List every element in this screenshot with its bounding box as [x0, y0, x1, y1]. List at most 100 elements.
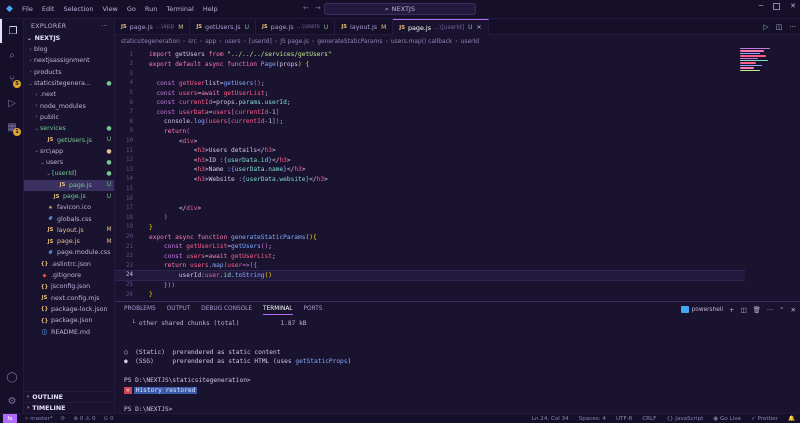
editor-tab[interactable]: JS layout.js M	[335, 19, 394, 35]
more-icon[interactable]: ···	[767, 306, 773, 314]
file-item[interactable]: JS next.config.mjs	[24, 293, 114, 304]
panel-tab-terminal[interactable]: TERMINAL	[263, 304, 293, 315]
run-icon[interactable]: ▷	[763, 23, 768, 31]
breadcrumb-item[interactable]: src	[188, 39, 197, 45]
breadcrumb-item[interactable]: userId	[461, 39, 479, 45]
split-terminal-icon[interactable]: ◫	[740, 306, 746, 314]
terminal-output[interactable]: └ other shared chunks (total) 1.87 kB ○ …	[115, 316, 800, 414]
breadcrumb-item[interactable]: [userId]	[249, 39, 272, 45]
prettier-status[interactable]: ✓ Prettier	[751, 416, 778, 422]
back-arrow-icon[interactable]: ←	[303, 4, 309, 12]
breadcrumb-item[interactable]: staticsitegeneration	[121, 39, 180, 45]
outline-section[interactable]: › OUTLINE	[24, 391, 114, 402]
problems-status[interactable]: ⊗ 0 ⚠ 0	[73, 416, 95, 422]
explorer-icon[interactable]: ❐	[0, 19, 24, 43]
folder-item[interactable]: ⌄ staticsitegenera... ●	[24, 78, 114, 89]
cursor-position[interactable]: Ln 24, Col 34	[532, 416, 569, 422]
menu-item-view[interactable]: View	[102, 5, 117, 13]
remote-icon[interactable]: ⇆	[3, 413, 17, 423]
file-item[interactable]: JS page.js M	[24, 236, 114, 247]
file-item[interactable]: {} jsconfig.json	[24, 281, 114, 292]
line-endings[interactable]: CRLF	[642, 416, 656, 422]
panel-tab-output[interactable]: OUTPUT	[167, 304, 191, 314]
file-item[interactable]: {} package-lock.json	[24, 304, 114, 315]
panel-tab-problems[interactable]: PROBLEMS	[124, 304, 156, 314]
minimap[interactable]	[740, 47, 780, 87]
workspace-root[interactable]: ⌄ NEXTJS	[24, 33, 114, 44]
menu-item-file[interactable]: File	[22, 5, 33, 13]
close-panel-icon[interactable]: ✕	[791, 306, 796, 314]
close-tab-icon[interactable]: ✕	[477, 24, 482, 31]
more-icon[interactable]: ···	[789, 23, 796, 31]
settings-gear-icon[interactable]: ⚙	[0, 389, 24, 413]
editor-tab[interactable]: JS getUsers.js U	[190, 19, 256, 35]
file-item[interactable]: ★ favicon.ico	[24, 202, 114, 213]
new-terminal-icon[interactable]: +	[729, 306, 734, 314]
kill-terminal-icon[interactable]: 🗑	[753, 306, 761, 314]
folder-item[interactable]: ⌄ src\app ●	[24, 146, 114, 157]
code-editor[interactable]: 1 import getUsers from "../../../services…	[115, 47, 800, 301]
language-mode[interactable]: {} JavaScript	[666, 416, 703, 422]
split-editor-icon[interactable]: ◫	[776, 23, 783, 31]
panel-tab-debug-console[interactable]: DEBUG CONSOLE	[201, 304, 252, 314]
folder-item[interactable]: ⌄ services ●	[24, 123, 114, 134]
more-actions-icon[interactable]: ···	[101, 23, 108, 30]
terminal-selector[interactable]: powershell	[680, 306, 723, 313]
maximize-panel-icon[interactable]: ⌃	[779, 306, 784, 314]
breadcrumb-item[interactable]: generateStaticParams	[317, 39, 382, 45]
file-item[interactable]: JS page.js U	[24, 179, 114, 191]
file-item[interactable]: JS getUsers.js U	[24, 134, 114, 145]
breadcrumb-item[interactable]: app	[205, 39, 216, 45]
forward-arrow-icon[interactable]: →	[315, 4, 321, 12]
go-live[interactable]: ◉ Go Live	[713, 416, 741, 422]
breadcrumb-item[interactable]: users	[225, 39, 241, 45]
editor-tab[interactable]: JS page.js ...\users U	[256, 19, 336, 35]
file-item[interactable]: JS page.js U	[24, 191, 114, 202]
file-item[interactable]: ◆ .gitignore	[24, 270, 114, 281]
breadcrumb-item[interactable]: JS page.js	[280, 39, 309, 45]
code-text: }	[149, 223, 153, 231]
file-item[interactable]: {} package.json	[24, 315, 114, 326]
source-control-icon[interactable]: ⑂ 5	[0, 67, 24, 91]
folder-item[interactable]: › nextjsassignment	[24, 55, 114, 66]
folder-item[interactable]: › node_modules	[24, 100, 114, 111]
folder-item[interactable]: › products	[24, 67, 114, 78]
maximize-icon[interactable]	[773, 2, 781, 10]
search-activity-icon[interactable]: ⌕	[0, 43, 24, 67]
extensions-icon[interactable]: ▦ 1	[0, 115, 24, 139]
menu-item-go[interactable]: Go	[127, 5, 136, 13]
sync-icon[interactable]: ⟳	[61, 416, 66, 422]
ports-status[interactable]: ⊙ 0	[104, 416, 114, 422]
run-debug-icon[interactable]: ▷	[0, 91, 24, 115]
menu-item-edit[interactable]: Edit	[42, 5, 55, 13]
indentation[interactable]: Spaces: 4	[579, 416, 606, 422]
js-file-icon: JS	[47, 238, 54, 245]
editor-tab[interactable]: JS page.js ...\app M	[115, 19, 191, 35]
timeline-section[interactable]: › TIMELINE	[24, 402, 114, 413]
file-item[interactable]: # globals.css	[24, 213, 114, 224]
command-center-search[interactable]: ⌕ NEXTJS	[324, 3, 476, 15]
minimize-icon[interactable]: ─	[759, 2, 763, 10]
file-item[interactable]: # page.module.css	[24, 247, 114, 258]
account-icon[interactable]: ◯	[0, 365, 24, 389]
menu-item-terminal[interactable]: Terminal	[166, 5, 193, 13]
close-icon[interactable]: ✕	[790, 2, 796, 10]
panel-tab-ports[interactable]: PORTS	[304, 304, 323, 314]
file-item[interactable]: JS layout.js M	[24, 225, 114, 236]
branch-status[interactable]: ⑂ master*	[25, 416, 53, 422]
line-number: 26	[126, 291, 133, 298]
breadcrumb-item[interactable]: users.map() callback	[391, 39, 452, 45]
menu-item-run[interactable]: Run	[145, 5, 157, 13]
file-item[interactable]: ⓘ README.md	[24, 326, 114, 337]
folder-item[interactable]: ⌄ [userId] ●	[24, 168, 114, 179]
folder-item[interactable]: › .next	[24, 89, 114, 100]
editor-tab[interactable]: JS page.js ...\[userId] U ✕	[393, 19, 489, 35]
folder-item[interactable]: › blog	[24, 44, 114, 55]
folder-item[interactable]: › public	[24, 112, 114, 123]
menu-item-selection[interactable]: Selection	[63, 5, 93, 13]
encoding[interactable]: UTF-8	[616, 416, 632, 422]
notifications-icon[interactable]: 🔔	[788, 416, 795, 422]
file-item[interactable]: {} .eslintrc.json	[24, 259, 114, 270]
menu-item-help[interactable]: Help	[203, 5, 218, 13]
folder-item[interactable]: ⌄ users ●	[24, 157, 114, 168]
